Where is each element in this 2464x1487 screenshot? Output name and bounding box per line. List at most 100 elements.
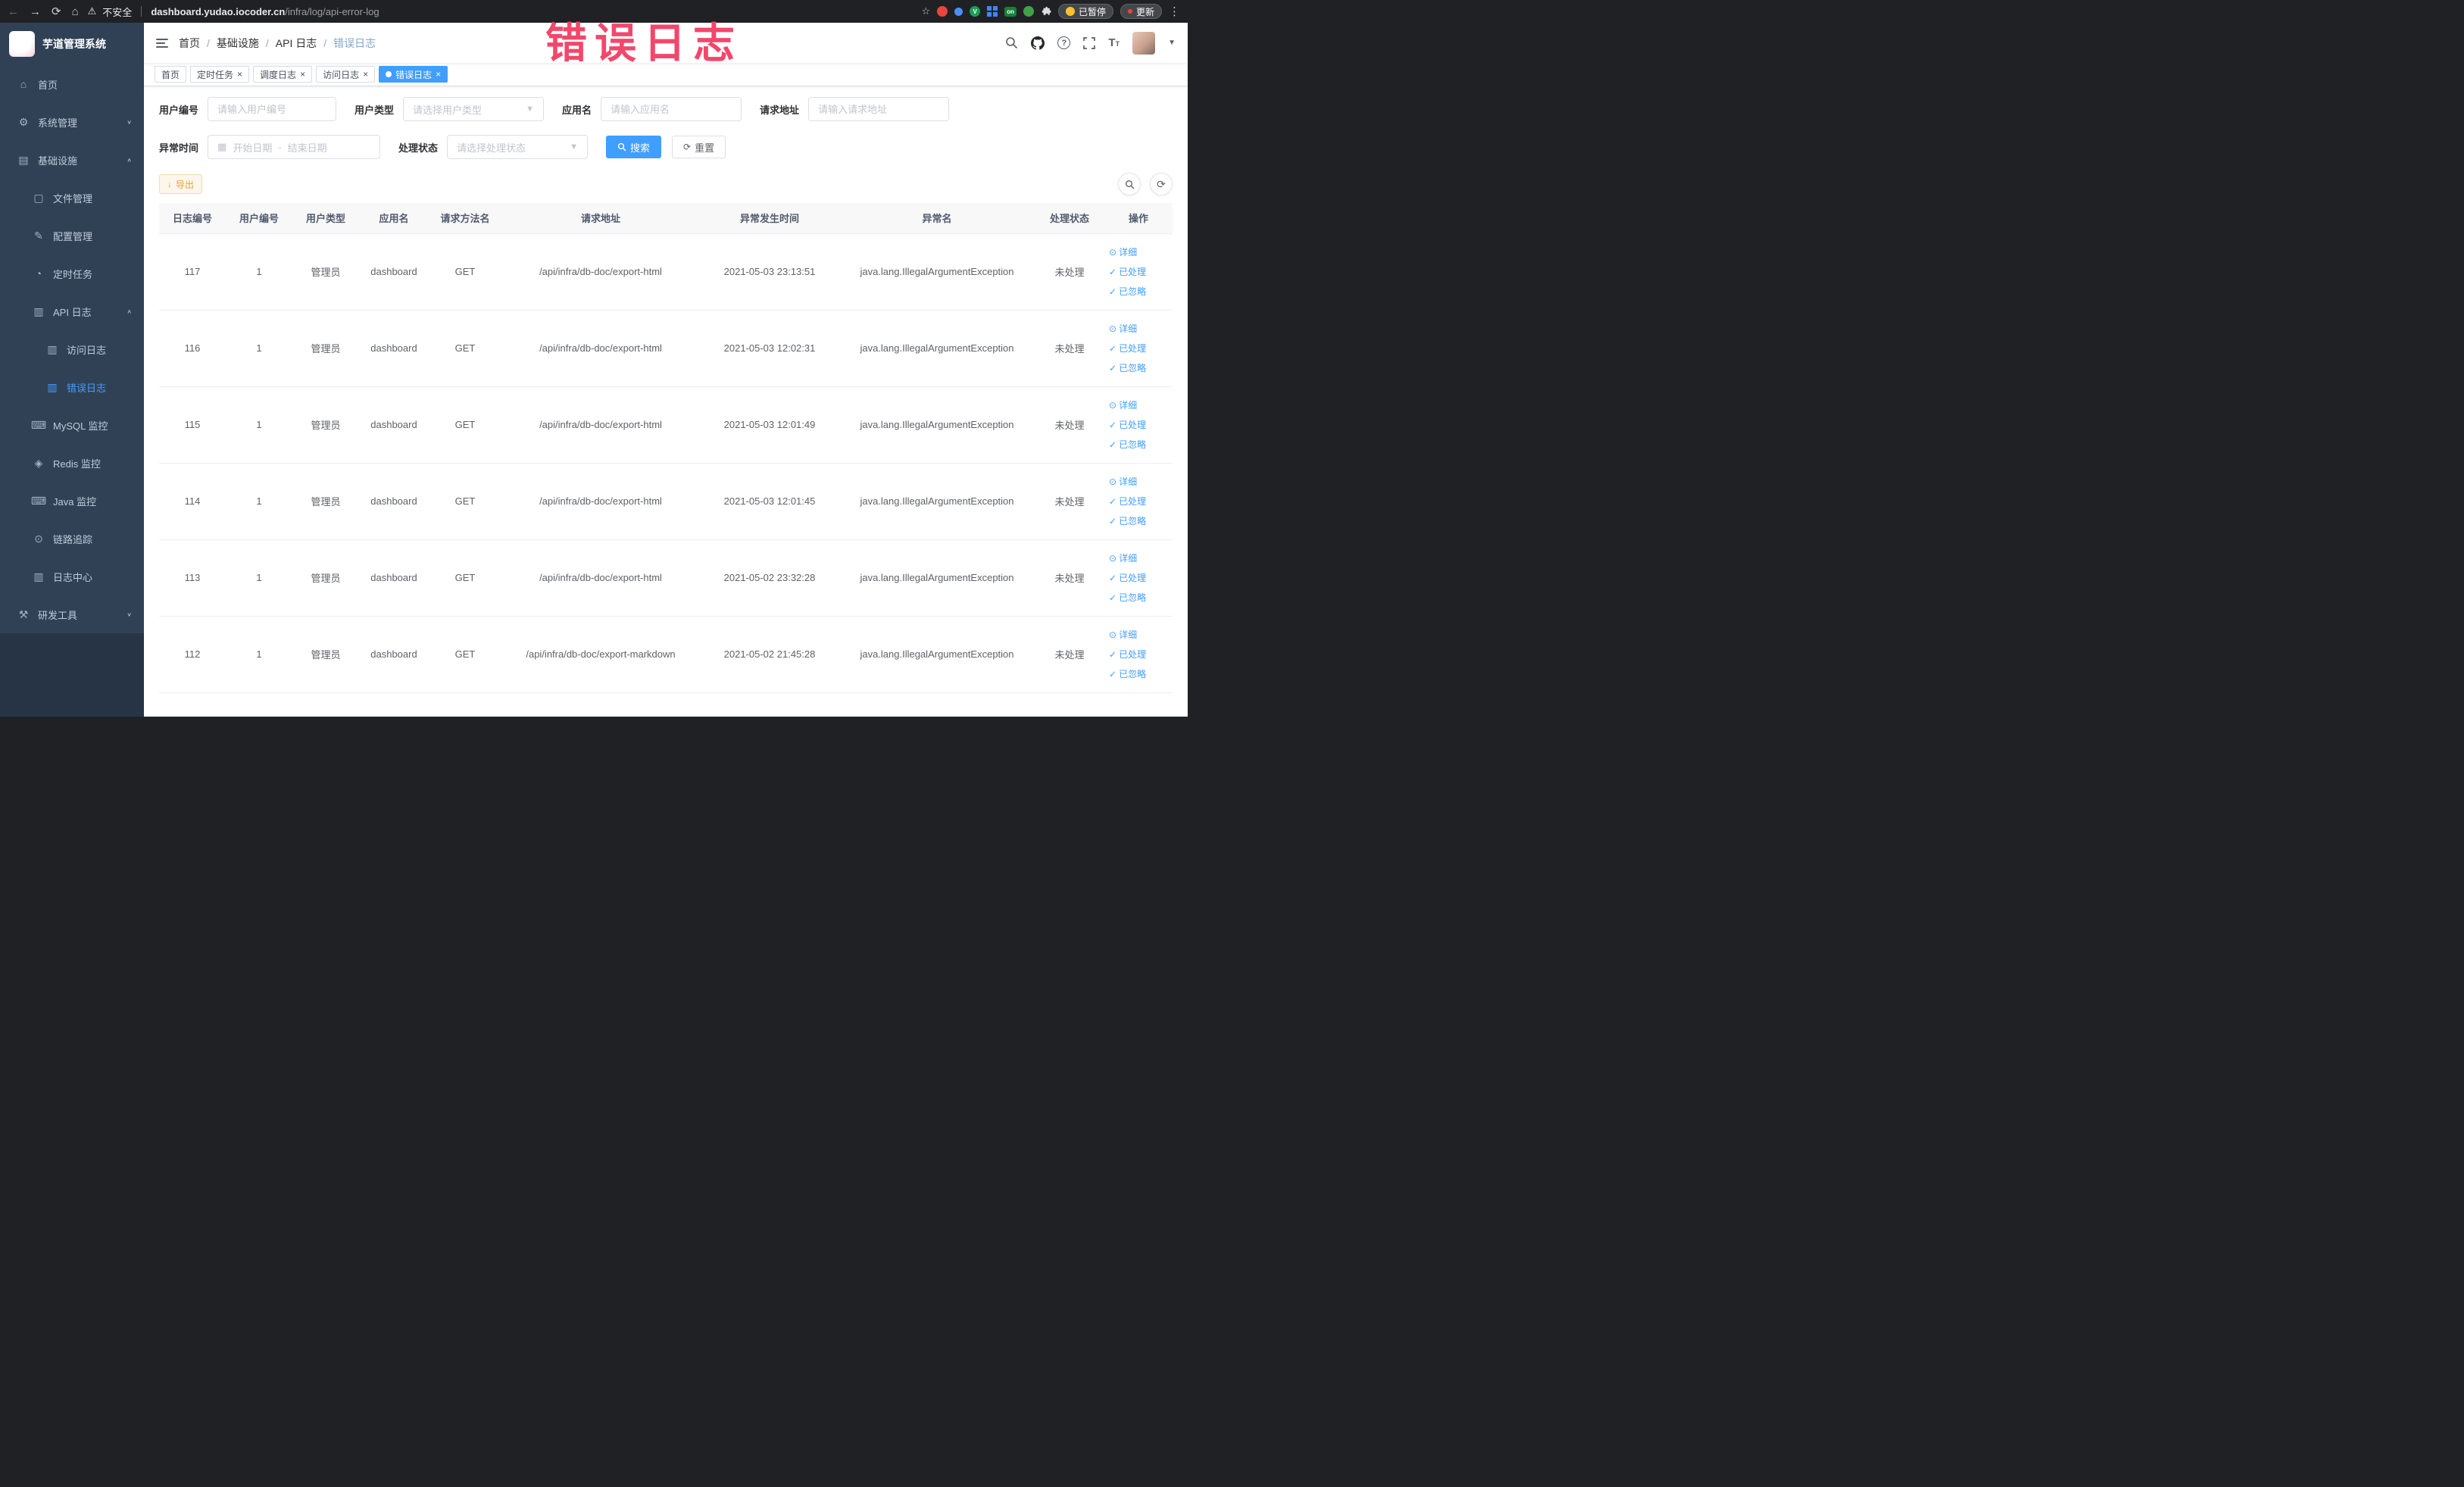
update-button[interactable]: 更新	[1120, 4, 1162, 19]
paused-badge[interactable]: 已暂停	[1057, 4, 1113, 19]
reset-button[interactable]: ⟳ 重置	[672, 136, 726, 158]
doc-icon: ▥	[47, 342, 58, 355]
chevron-down-icon[interactable]: ▼	[1168, 39, 1176, 47]
user-type-label: 用户类型	[354, 104, 395, 116]
detail-action-link[interactable]: ⊙ 详细	[1109, 395, 1168, 415]
back-icon[interactable]: ←	[8, 5, 19, 18]
close-icon[interactable]: ×	[300, 70, 305, 79]
font-size-icon[interactable]: TT	[1108, 36, 1120, 49]
cell-method: GET	[429, 463, 501, 540]
help-icon[interactable]: ?	[1057, 36, 1071, 49]
cell-status: 未处理	[1035, 386, 1104, 464]
address-divider	[141, 6, 142, 17]
breadcrumb-item[interactable]: 首页	[179, 36, 200, 51]
actions-cell: ⊙ 详细 ✓ 已处理 ✓ 已忽略	[1104, 233, 1173, 311]
breadcrumb-item[interactable]: API 日志	[276, 36, 317, 51]
sidebar-item-mysql[interactable]: ⌨ MySQL 监控	[0, 406, 144, 444]
ignored-action-link[interactable]: ✓ 已忽略	[1109, 358, 1168, 378]
status-select[interactable]: 请选择处理状态 ▼	[447, 135, 589, 159]
processed-action-link[interactable]: ✓ 已处理	[1109, 568, 1168, 588]
request-url-input[interactable]	[808, 97, 950, 121]
export-button[interactable]: ↓ 导出	[159, 174, 203, 194]
detail-action-link[interactable]: ⊙ 详细	[1109, 548, 1168, 568]
sidebar-item-system[interactable]: ⚙ 系统管理 ∨	[0, 103, 144, 141]
detail-action-link[interactable]: ⊙ 详细	[1109, 625, 1168, 645]
processed-action-link[interactable]: ✓ 已处理	[1109, 415, 1168, 435]
sidebar-item-file[interactable]: ▢ 文件管理	[0, 179, 144, 217]
tab-调度日志[interactable]: 调度日志 ×	[253, 66, 313, 83]
avatar[interactable]	[1132, 31, 1156, 55]
eye-icon: ⊙	[1109, 323, 1117, 334]
cell-app_name: dashboard	[359, 310, 429, 387]
detail-action-link[interactable]: ⊙ 详细	[1109, 242, 1168, 262]
cell-id: 117	[159, 233, 226, 311]
user-id-input[interactable]	[208, 97, 337, 121]
detail-action-link[interactable]: ⊙ 详细	[1109, 319, 1168, 339]
extension-icon-blue[interactable]	[954, 7, 963, 16]
tab-访问日志[interactable]: 访问日志 ×	[316, 66, 376, 83]
extensions-puzzle-icon[interactable]	[1041, 6, 1051, 17]
extension-icon-green[interactable]	[1023, 6, 1034, 17]
ignored-action-link[interactable]: ✓ 已忽略	[1109, 435, 1168, 455]
ignored-action-link[interactable]: ✓ 已忽略	[1109, 282, 1168, 301]
extension-icon-vue[interactable]: V	[970, 6, 981, 17]
search-icon	[617, 142, 626, 152]
close-icon[interactable]: ×	[363, 70, 368, 79]
sidebar-item-log-center[interactable]: ▥ 日志中心	[0, 558, 144, 595]
logo-title: 芋道管理系统	[42, 38, 106, 50]
ignored-action-link[interactable]: ✓ 已忽略	[1109, 588, 1168, 608]
cell-method: GET	[429, 386, 501, 464]
sidebar-item-infra[interactable]: ▤ 基础设施 ∧	[0, 141, 144, 179]
bookmark-star-icon[interactable]: ☆	[922, 5, 931, 17]
ignored-action-link[interactable]: ✓ 已忽略	[1109, 664, 1168, 684]
processed-action-label: 已处理	[1119, 419, 1147, 430]
tab-错误日志[interactable]: 错误日志 ×	[379, 66, 448, 83]
extension-icon-red[interactable]	[937, 6, 948, 17]
processed-action-link[interactable]: ✓ 已处理	[1109, 339, 1168, 358]
processed-action-link[interactable]: ✓ 已处理	[1109, 262, 1168, 282]
hamburger-icon[interactable]	[156, 38, 168, 48]
address-bar[interactable]: ⚠ 不安全 dashboard.yudao.iocoder.cn/infra/l…	[88, 5, 913, 19]
search-button[interactable]: 搜索	[606, 136, 662, 158]
sidebar-item-redis[interactable]: ◈ Redis 监控	[0, 444, 144, 482]
sidebar-item-error-log[interactable]: ▥ 错误日志	[0, 368, 144, 406]
extension-icon-grid[interactable]	[987, 6, 998, 17]
sidebar-item-java[interactable]: ⌨ Java 监控	[0, 482, 144, 520]
cell-request_url: /api/infra/db-doc/export-html	[501, 386, 700, 464]
extension-icon-on-badge[interactable]: on	[1004, 6, 1017, 17]
processed-action-link[interactable]: ✓ 已处理	[1109, 645, 1168, 664]
ignored-action-link[interactable]: ✓ 已忽略	[1109, 511, 1168, 531]
tab-首页[interactable]: 首页	[155, 66, 187, 83]
app-name-input[interactable]	[601, 97, 742, 121]
search-icon[interactable]	[1005, 36, 1018, 49]
sidebar-item-home[interactable]: ⌂ 首页	[0, 65, 144, 103]
tab-定时任务[interactable]: 定时任务 ×	[190, 66, 250, 83]
exception-time-range-picker[interactable]: ▦ 开始日期 - 结束日期	[208, 135, 381, 159]
chevron-down-icon: ▼	[526, 105, 535, 114]
reload-icon[interactable]: ⟳	[52, 5, 61, 18]
breadcrumb-item[interactable]: 基础设施	[217, 36, 259, 51]
refresh-table-button[interactable]: ⟳	[1150, 173, 1173, 195]
sidebar-item-api-log[interactable]: ▥ API 日志 ∧	[0, 292, 144, 330]
detail-action-link[interactable]: ⊙ 详细	[1109, 472, 1168, 492]
cell-id: 115	[159, 386, 226, 464]
logo[interactable]: 芋道管理系统	[0, 23, 144, 65]
toggle-search-button[interactable]	[1118, 173, 1141, 195]
browser-menu-icon[interactable]: ⋮	[1169, 5, 1180, 18]
sidebar-item-config[interactable]: ✎ 配置管理	[0, 217, 144, 255]
processed-action-link[interactable]: ✓ 已处理	[1109, 492, 1168, 511]
forward-icon[interactable]: →	[30, 5, 41, 18]
github-icon[interactable]	[1031, 36, 1045, 50]
sidebar-item-access-log[interactable]: ▥ 访问日志	[0, 330, 144, 368]
home-icon[interactable]: ⌂	[72, 5, 79, 18]
user-type-select[interactable]: 请选择用户类型 ▼	[403, 97, 545, 121]
sidebar-item-devtools[interactable]: ⚒ 研发工具 ∨	[0, 595, 144, 633]
tools-icon: ⚒	[18, 608, 29, 620]
cell-user_id: 1	[226, 616, 292, 693]
sidebar-item-trace[interactable]: ⊙ 链路追踪	[0, 520, 144, 558]
close-icon[interactable]: ×	[237, 70, 242, 79]
fullscreen-icon[interactable]	[1083, 36, 1096, 49]
cell-user_type: 管理员	[292, 310, 359, 387]
sidebar-item-job[interactable]: ◔ 定时任务	[0, 255, 144, 292]
close-icon[interactable]: ×	[436, 70, 441, 79]
